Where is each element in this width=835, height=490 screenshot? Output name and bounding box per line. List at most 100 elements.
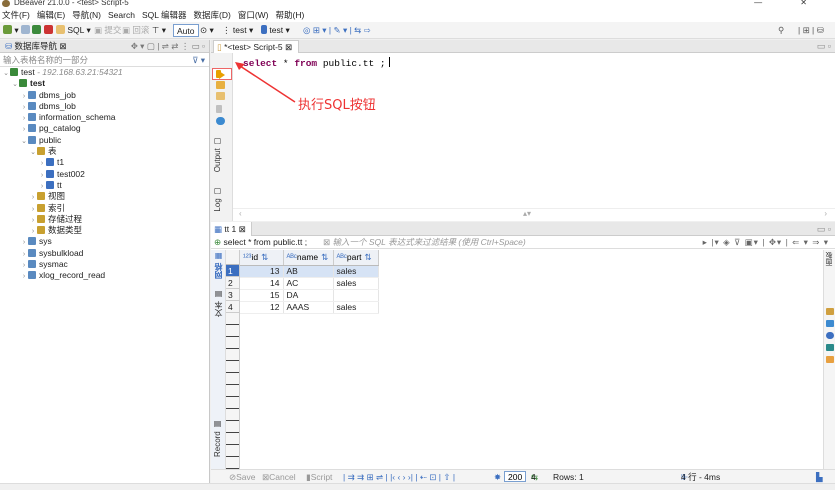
settings-icon[interactable] (216, 117, 225, 125)
tree-node[interactable]: › information_schema (0, 112, 209, 123)
row-number[interactable]: 2 (226, 277, 239, 289)
menu-item[interactable]: 文件(F) (2, 10, 30, 20)
results-minmax-icons[interactable]: ▭ ▫ (817, 222, 831, 236)
toolbar-icons-left[interactable]: ▾ (3, 24, 53, 37)
tree-node[interactable]: › sysbulkload (0, 248, 209, 259)
chevron-right-icon[interactable]: › (20, 271, 28, 282)
active-datasource-select[interactable]: ⋮ test ▾ (222, 24, 253, 37)
table-row[interactable]: 13 AB sales (240, 265, 379, 278)
sort-icon[interactable]: ⇅ (261, 252, 268, 262)
menu-item[interactable]: 帮助(H) (276, 10, 305, 20)
tab-grid[interactable]: 网格 ▦ (213, 252, 224, 279)
menu-item[interactable]: SQL 编辑器 (142, 10, 187, 20)
connection-node[interactable]: ⌄ test - 192.168.63.21:54321 (0, 67, 209, 78)
table-cell-id[interactable]: 12 (240, 301, 284, 314)
new-connection-icon[interactable] (3, 25, 12, 34)
tree-node[interactable]: › dbms_lob (0, 101, 209, 112)
tree-node[interactable]: › xlog_record_read (0, 270, 209, 281)
tree-node[interactable]: › sysmac (0, 259, 209, 270)
explain-plan-icon[interactable] (216, 92, 225, 100)
panel-icon-2[interactable] (826, 320, 834, 327)
tab-log[interactable]: Log ▢ (213, 187, 222, 212)
row-number[interactable]: 4 (226, 301, 239, 313)
sort-icon[interactable]: ⇅ (365, 252, 372, 262)
menu-item[interactable]: 编辑(E) (37, 10, 65, 20)
tree-node[interactable]: › 视图 (0, 191, 209, 202)
transaction-mode-icon[interactable]: ⊤ ▾ (152, 24, 166, 37)
menu-item[interactable]: 导航(N) (72, 10, 101, 20)
tree-node[interactable]: › pg_catalog (0, 123, 209, 134)
auto-commit-box[interactable]: Auto (173, 24, 199, 37)
panel-toggle-icon[interactable]: ▙ (816, 470, 823, 484)
tree-node[interactable]: › 索引 (0, 203, 209, 214)
tree-node[interactable]: › t1 (0, 157, 209, 168)
sort-icon[interactable]: ⇅ (321, 252, 328, 262)
table-cell-name[interactable]: AC (283, 277, 334, 290)
tab-text[interactable]: 文本 ▤ (213, 290, 224, 317)
table-cell-part[interactable] (333, 289, 379, 302)
save-button[interactable]: ⊘ Save (229, 470, 256, 484)
perspective-icons[interactable]: | ⊞ | ⛁ (798, 24, 824, 37)
navigator-filter-input[interactable]: 输入表格名称的一部分 ⊽ ▾ (0, 53, 209, 67)
table-cell-name[interactable]: AAAS (283, 301, 334, 314)
tab-script-5[interactable]: ▯ *<test> Script-5 ⊠ (213, 40, 300, 53)
commit-button[interactable]: ▣ 提交 (94, 24, 121, 37)
sql-editor-button[interactable]: SQL ▾ (56, 24, 91, 37)
rollback-button[interactable]: ▣ 回滚 (122, 24, 149, 37)
result-filter-input[interactable]: ⊠ 输入一个 SQL 表达式来过滤结果 (使用 Ctrl+Space) (323, 236, 526, 249)
tree-node[interactable]: › test002 (0, 169, 209, 180)
execute-script-icon[interactable] (216, 70, 221, 78)
transaction-log-icon[interactable]: ⊙ ▾ (200, 24, 214, 37)
disconnect-icon[interactable] (32, 25, 42, 34)
menu-item[interactable]: 数据库(D) (194, 10, 231, 20)
table-cell-name[interactable]: AB (283, 265, 334, 278)
tab-record[interactable]: Record ▤ (213, 420, 222, 457)
fetch-size-icon[interactable]: ✸ (494, 470, 501, 484)
tree-node[interactable]: › 数据类型 (0, 225, 209, 236)
filter-icon[interactable]: ⊽ ▾ (192, 53, 205, 67)
table-row[interactable]: 12 AAAS sales (240, 301, 379, 314)
tree-node[interactable]: ⌄ test (0, 78, 209, 89)
fetch-size-input[interactable]: 200 (504, 471, 527, 482)
invalidate-icon[interactable] (43, 25, 53, 34)
row-number[interactable]: 3 (226, 289, 239, 301)
table-cell-id[interactable]: 14 (240, 277, 284, 290)
menu-item[interactable]: Search (108, 10, 135, 20)
table-cell-id[interactable]: 13 (240, 265, 284, 278)
editor-hscrollbar[interactable]: ‹ ▴▾ › (233, 208, 835, 218)
table-cell-part[interactable]: sales (333, 301, 379, 314)
toolbar-icons-right[interactable]: ◎ ⊞ ▾ | ✎ ▾ | ⇆ ⇨ (303, 24, 371, 37)
panel-icon-1[interactable] (826, 308, 834, 315)
panel-icon-3[interactable] (826, 332, 834, 339)
tree-node[interactable]: › 存储过程 (0, 214, 209, 225)
execute-sql-button[interactable] (212, 68, 232, 80)
tab-panels[interactable]: 面板 (825, 252, 835, 266)
table-row[interactable]: 15 DA (240, 289, 379, 302)
connect-icon[interactable] (21, 25, 30, 34)
execute-new-tab-icon[interactable] (216, 81, 225, 89)
column-header[interactable]: ᴬᴮᶜpart ⇅ (333, 250, 379, 266)
table-cell-part[interactable]: sales (333, 265, 379, 278)
search-icon[interactable]: ⚲ (778, 24, 784, 37)
row-number[interactable]: 1 (226, 265, 239, 277)
filter-toolbar-icons[interactable]: ▸ |▾ ◈ ⊽ ▣▾ | ✥▾ | ⇐ ▾ ⇒ ▾ (703, 236, 829, 249)
tab-tt-1[interactable]: ▦ tt 1 ⊠ (211, 222, 252, 236)
table-cell-id[interactable]: 15 (240, 289, 284, 302)
tree-node[interactable]: › tt (0, 180, 209, 191)
load-plan-icon[interactable] (216, 105, 222, 113)
status-nav-icons[interactable]: | ⇉ ⇉ ⊞ ⇌ | |‹ ‹ › ›| | ⇠ ⊡ | ⇧ | (343, 470, 455, 484)
table-cell-part[interactable]: sales (333, 277, 379, 290)
column-header[interactable]: ᴬᴮᶜname ⇅ (283, 250, 334, 266)
cancel-button[interactable]: ⊠ Cancel (262, 470, 296, 484)
table-cell-name[interactable]: DA (283, 289, 334, 302)
script-button[interactable]: ▮ Script (306, 470, 332, 484)
window-controls[interactable]: — ✕ (754, 0, 825, 7)
tree-node[interactable]: ⌄ 表 (0, 146, 209, 157)
tree-node[interactable]: ⌄ public (0, 135, 209, 146)
active-schema-select[interactable]: test ▾ (261, 24, 290, 37)
panel-icon-5[interactable] (826, 356, 834, 363)
table-row[interactable]: 14 AC sales (240, 277, 379, 290)
menu-item[interactable]: 窗口(W) (238, 10, 269, 20)
navigator-header-tools[interactable]: ✥ ▾ ▢ | ⇌ ⇄ ⋮ ▭ ▫ (131, 40, 205, 53)
tree-node[interactable]: › dbms_job (0, 90, 209, 101)
